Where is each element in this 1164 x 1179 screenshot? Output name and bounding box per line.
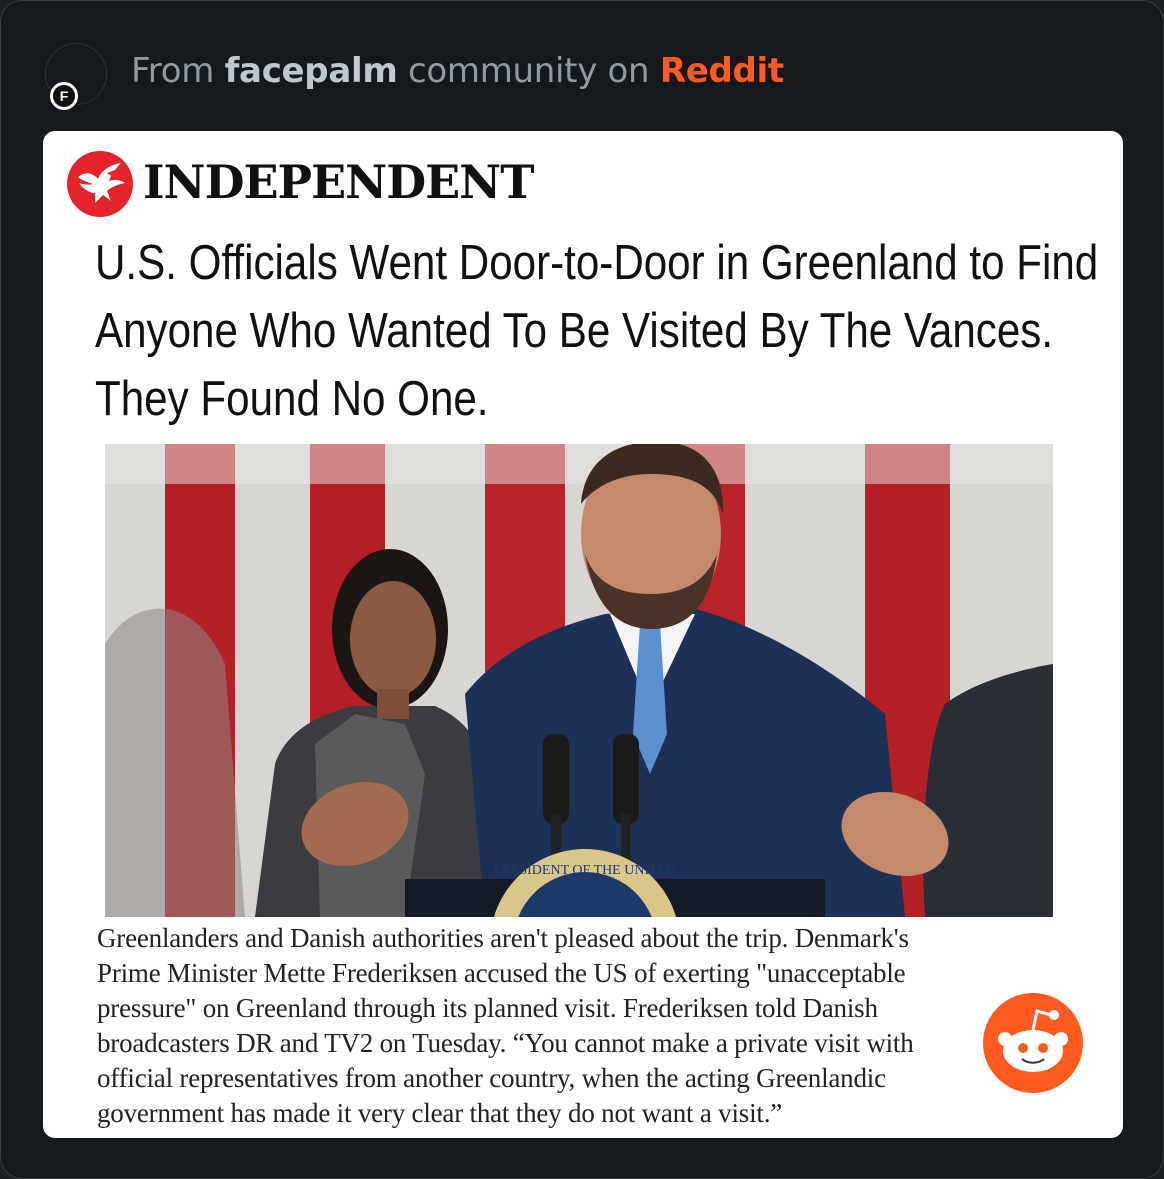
seal-text: PRESIDENT OF THE UNITED	[494, 863, 677, 878]
source-prefix: From	[131, 51, 215, 91]
headline-line: U.S. Officials Went Door-to-Door in Gree…	[95, 236, 1099, 290]
caption-line: broadcasters DR and TV2 on Tuesday. “You…	[97, 1028, 914, 1058]
headline-line: Anyone Who Wanted To Be Visited By The V…	[95, 304, 1054, 358]
community-avatar[interactable]: F	[45, 43, 107, 112]
community-name[interactable]: facepalm	[225, 51, 398, 91]
caption-line: government has made it very clear that t…	[97, 1098, 783, 1128]
caption-line: pressure" on Greenland through its plann…	[97, 993, 878, 1023]
post-frame: F From facepalm community on Reddit INDE…	[0, 0, 1164, 1179]
avatar-letter: F	[53, 85, 75, 107]
post-header: F From facepalm community on Reddit	[45, 43, 1123, 112]
independent-eagle-logo	[67, 151, 133, 217]
platform-name[interactable]: Reddit	[660, 51, 784, 91]
source-line: From facepalm community on Reddit	[131, 51, 784, 91]
publication-name: INDEPENDENT	[143, 155, 534, 209]
article-photo: PRESIDENT OF THE UNITED	[105, 444, 1053, 917]
community-avatar-icon: F	[48, 80, 80, 112]
reddit-snoo-icon[interactable]	[981, 991, 1085, 1095]
post-image-card[interactable]: INDEPENDENT U.S. Officials Went Door-to-…	[43, 131, 1123, 1138]
caption-line: official representatives from another co…	[97, 1063, 886, 1093]
caption-line: Greenlanders and Danish authorities aren…	[97, 923, 909, 953]
article-caption: Greenlanders and Danish authorities aren…	[97, 921, 1097, 1131]
source-middle: community on	[408, 51, 650, 91]
headline-line: They Found No One.	[95, 372, 489, 426]
caption-line: Prime Minister Mette Frederiksen accused…	[97, 958, 906, 988]
article-headline: U.S. Officials Went Door-to-Door in Gree…	[95, 229, 1110, 433]
